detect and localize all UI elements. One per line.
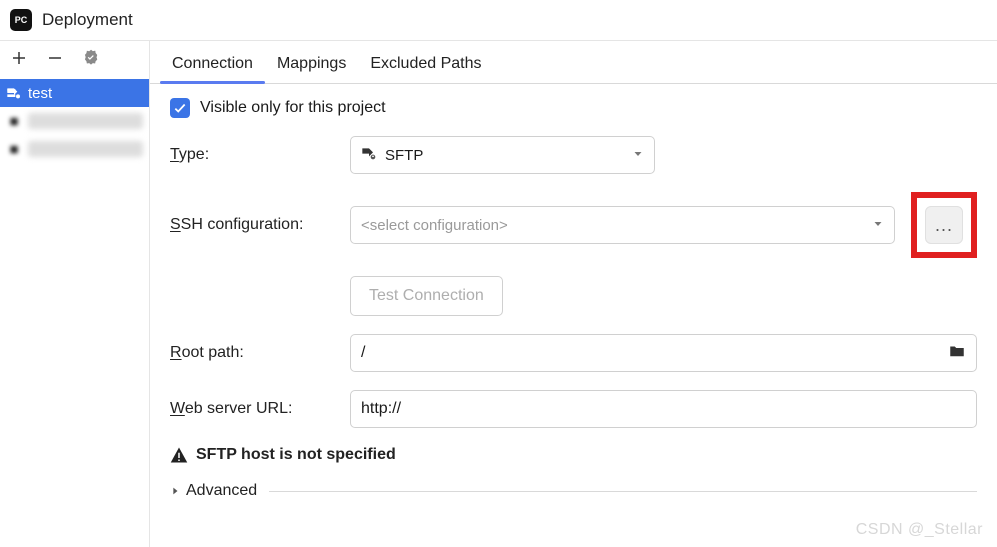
- ssh-browse-highlight: ...: [911, 192, 977, 258]
- ssh-row: SSH configuration: <select configuration…: [170, 192, 977, 258]
- web-url-label: Web server URL:: [170, 400, 340, 418]
- server-icon: ■: [6, 141, 22, 157]
- warning-icon: [170, 446, 188, 464]
- server-tree: test ■ ■: [0, 79, 149, 547]
- tree-item-label: test: [28, 85, 52, 102]
- chevron-down-icon: [872, 217, 884, 234]
- sftp-icon: [6, 85, 22, 101]
- chevron-down-icon: [632, 147, 644, 164]
- type-label: Type:: [170, 146, 340, 164]
- tab-mappings[interactable]: Mappings: [265, 49, 358, 83]
- ssh-config-select[interactable]: <select configuration>: [350, 206, 895, 244]
- test-connection-row: Test Connection: [170, 276, 977, 316]
- tab-excluded-paths[interactable]: Excluded Paths: [358, 49, 493, 83]
- main-split: test ■ ■ Connection Mappings Excluded Pa…: [0, 40, 997, 547]
- test-connection-button[interactable]: Test Connection: [350, 276, 503, 316]
- tree-item-redacted-2[interactable]: ■: [0, 135, 149, 163]
- plus-icon: [10, 49, 28, 67]
- advanced-section[interactable]: Advanced: [170, 482, 977, 500]
- tab-connection[interactable]: Connection: [160, 49, 265, 83]
- root-path-input[interactable]: /: [350, 334, 977, 372]
- app-icon: PC: [10, 9, 32, 31]
- tree-item-test[interactable]: test: [0, 79, 149, 107]
- main-panel: Connection Mappings Excluded Paths Visib…: [150, 41, 997, 547]
- window-title: Deployment: [42, 10, 133, 30]
- web-url-input[interactable]: http://: [350, 390, 977, 428]
- redacted-label: [28, 113, 143, 129]
- watermark: CSDN @_Stellar: [856, 521, 983, 539]
- type-value: SFTP: [385, 147, 423, 164]
- sidebar-toolbar: [0, 41, 149, 79]
- chevron-right-icon: [170, 486, 180, 496]
- ssh-placeholder: <select configuration>: [361, 217, 508, 234]
- warning-row: SFTP host is not specified: [170, 446, 977, 464]
- remove-button[interactable]: [44, 47, 66, 69]
- tab-bar: Connection Mappings Excluded Paths: [150, 41, 997, 84]
- folder-icon[interactable]: [948, 342, 966, 365]
- warning-text: SFTP host is not specified: [196, 446, 396, 464]
- root-path-value: /: [361, 344, 365, 362]
- validate-button[interactable]: [80, 47, 102, 69]
- type-row: Type: SFTP: [170, 136, 977, 174]
- type-select[interactable]: SFTP: [350, 136, 655, 174]
- check-icon: [173, 101, 187, 115]
- sftp-icon: [361, 145, 377, 165]
- connection-form: Visible only for this project Type: SFTP…: [150, 84, 997, 514]
- verified-icon: [82, 49, 100, 67]
- redacted-label: [28, 141, 143, 157]
- add-button[interactable]: [8, 47, 30, 69]
- root-path-label: Root path:: [170, 344, 340, 362]
- ssh-label: SSH configuration:: [170, 216, 340, 234]
- visible-only-label: Visible only for this project: [200, 99, 386, 117]
- root-path-row: Root path: /: [170, 334, 977, 372]
- sidebar: test ■ ■: [0, 41, 150, 547]
- server-icon: ■: [6, 113, 22, 129]
- visible-only-row: Visible only for this project: [170, 98, 977, 118]
- minus-icon: [46, 49, 64, 67]
- visible-only-checkbox[interactable]: [170, 98, 190, 118]
- titlebar: PC Deployment: [0, 0, 997, 40]
- web-url-row: Web server URL: http://: [170, 390, 977, 428]
- divider: [269, 491, 977, 492]
- tree-item-redacted-1[interactable]: ■: [0, 107, 149, 135]
- ssh-browse-button[interactable]: ...: [925, 206, 963, 244]
- advanced-label: Advanced: [186, 482, 257, 500]
- web-url-value: http://: [361, 400, 401, 418]
